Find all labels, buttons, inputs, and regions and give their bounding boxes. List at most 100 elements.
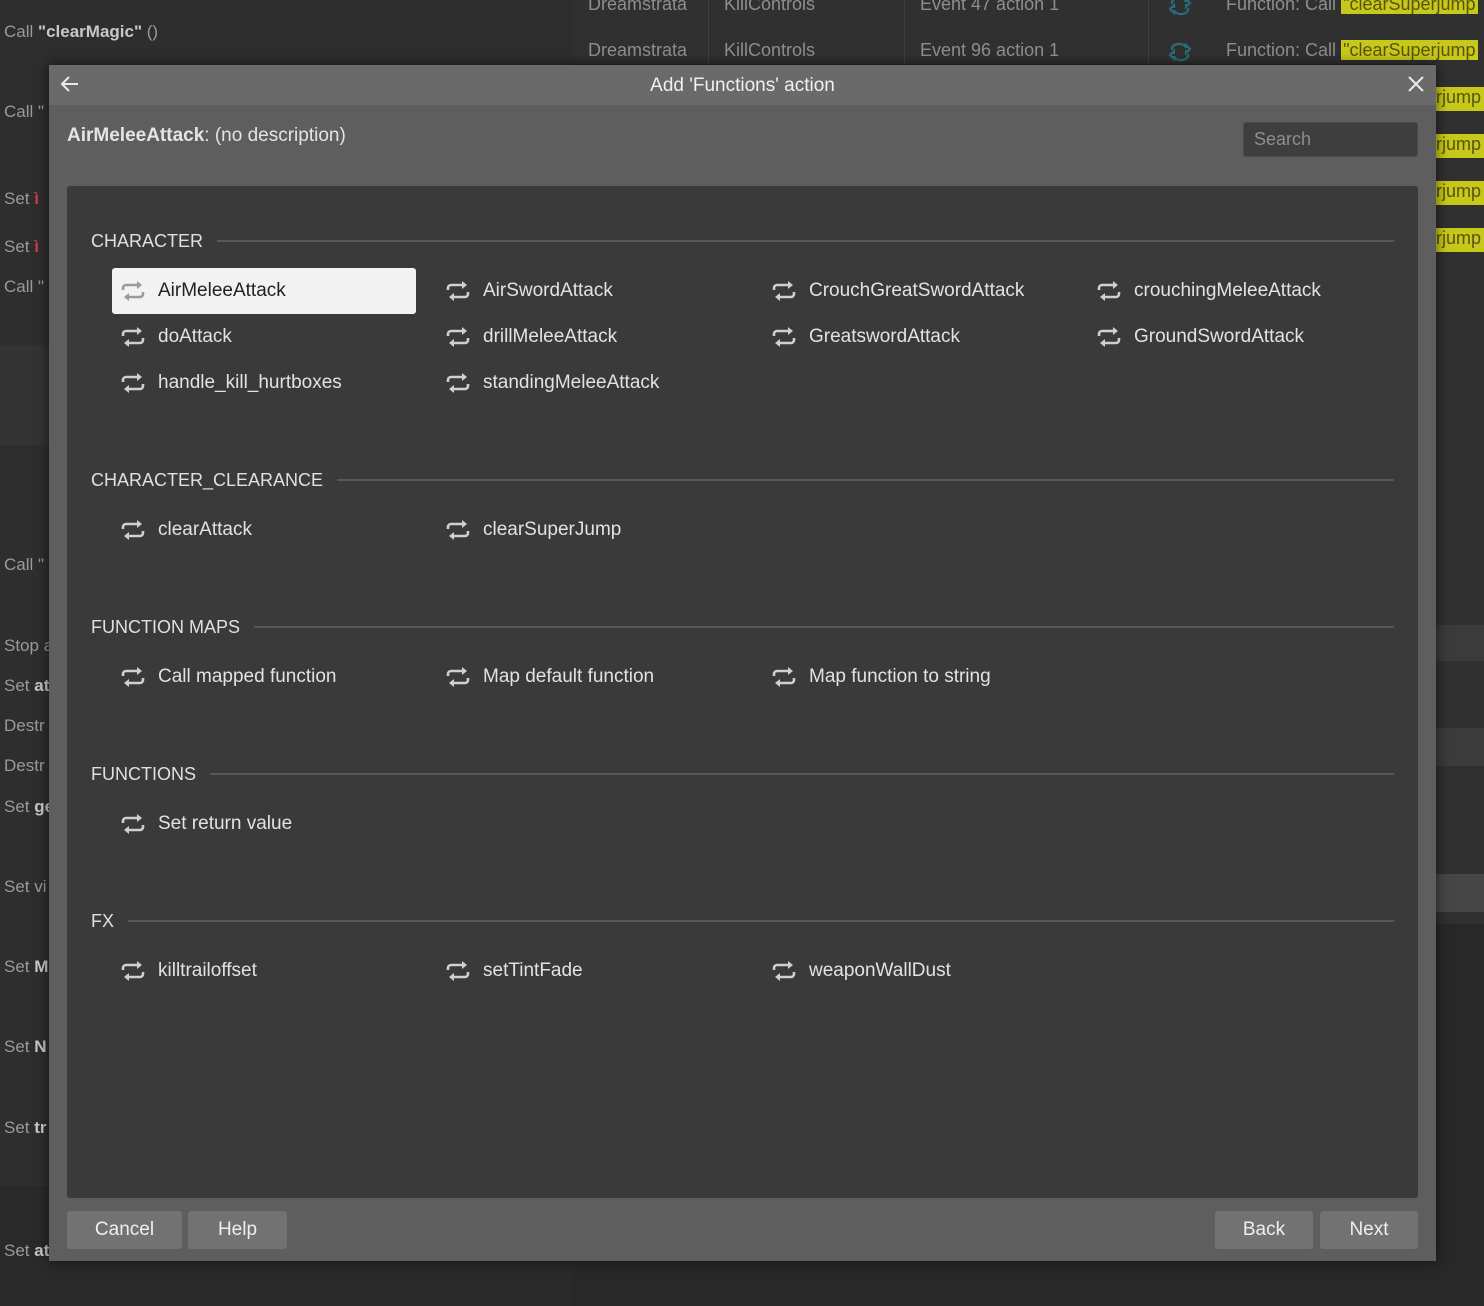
action-item[interactable]: killtrailoffset [112,948,416,994]
row-bold: tr [34,1118,47,1137]
action-item[interactable]: weaponWallDust [763,948,1067,994]
section-label: CHARACTER [91,230,204,251]
action-item-label: killtrailoffset [158,960,257,981]
section-header: FX [91,909,1394,933]
action-item-label: clearAttack [158,519,252,540]
repeat-arrows-icon [772,281,796,301]
result-function: Function: Call "clearSuperjump [1226,40,1478,61]
search-input[interactable] [1243,122,1418,157]
result-highlight: "clearSuperjump [1341,0,1478,14]
action-item[interactable]: AirMeleeAttack [112,268,416,314]
section-header: FUNCTIONS [91,762,1394,786]
dialog-titlebar: Add 'Functions' action [49,65,1436,105]
dialog-title: Add 'Functions' action [650,75,835,96]
row-prefix: Set [4,1118,35,1137]
action-item[interactable]: Set return value [112,801,416,847]
action-item[interactable]: Map default function [437,654,741,700]
action-item[interactable]: handle_kill_hurtboxes [112,360,416,406]
row-bold: at [34,1241,50,1260]
action-item[interactable]: clearAttack [112,507,416,553]
section-divider [254,626,1394,628]
actions-panel: CHARACTER AirMeleeAttack AirSwordAttack Cro… [67,186,1418,1198]
repeat-arrows-icon [121,961,145,981]
cancel-button[interactable]: Cancel [67,1211,182,1249]
side-block [1436,728,1484,766]
highlight-fragment: rjump [1436,134,1484,158]
action-item-label: setTintFade [483,960,583,981]
row-prefix: Set [4,237,35,256]
row-prefix: Set vi [4,877,47,896]
close-icon[interactable] [1406,74,1426,94]
item-description: AirMeleeAttack: (no description) [67,125,346,147]
action-item-label: AirSwordAttack [483,280,613,301]
section-label: FUNCTION MAPS [91,616,241,637]
action-item[interactable]: standingMeleeAttack [437,360,741,406]
section-divider [210,773,1394,775]
description-text: : (no description) [204,125,346,146]
repeat-arrows-icon [1168,0,1192,16]
row-prefix: Destr [4,716,45,735]
result-sheet: Dreamstrata [588,40,688,60]
repeat-arrows-icon [1168,42,1192,62]
row-bold: N [34,1037,47,1056]
action-item[interactable]: setTintFade [437,948,741,994]
result-layout: KillControls [724,0,816,14]
action-item-label: crouchingMeleeAttack [1134,280,1321,301]
result-highlight: "clearSuperjump [1341,40,1478,60]
action-item[interactable]: CrouchGreatSwordAttack [763,268,1067,314]
action-item[interactable]: Map function to string [763,654,1067,700]
section-header: CHARACTER [91,229,1394,253]
highlight-fragment: rjump [1436,87,1484,111]
repeat-arrows-icon [446,327,470,347]
repeat-arrows-icon [772,961,796,981]
action-item[interactable]: GreatswordAttack [763,314,1067,360]
help-button[interactable]: Help [188,1211,287,1249]
repeat-arrows-icon [121,520,145,540]
section-label: FUNCTIONS [91,763,196,784]
section-header: FUNCTION MAPS [91,615,1394,639]
row-prefix: Set [4,676,35,695]
result-function-text: Function: Call [1226,40,1342,60]
row-bold: at [34,676,50,695]
cell-divider [904,0,905,30]
repeat-arrows-icon [446,520,470,540]
action-item-label: standingMeleeAttack [483,372,660,393]
action-item[interactable]: GroundSwordAttack [1088,314,1392,360]
row-prefix: Destr [4,756,45,775]
action-item[interactable]: crouchingMeleeAttack [1088,268,1392,314]
side-block [1436,874,1484,912]
row-prefix: Stop a [4,636,54,655]
row-prefix: Set [4,1241,35,1260]
row-prefix: Set [4,189,35,208]
action-item-label: handle_kill_hurtboxes [158,372,342,393]
section-divider [128,920,1394,922]
side-block [1436,625,1484,661]
section-label: CHARACTER_CLEARANCE [91,469,324,490]
action-item-label: Call mapped function [158,666,337,687]
background-event-row: Call "clearMagic" () [0,22,574,42]
action-item-label: CrouchGreatSwordAttack [809,280,1025,301]
result-sheet: Dreamstrata [588,0,688,14]
action-item[interactable]: drillMeleeAttack [437,314,741,360]
section-label: FX [91,910,115,931]
action-item[interactable]: clearSuperJump [437,507,741,553]
repeat-arrows-icon [772,667,796,687]
row-icon-glyph: ì [34,189,39,208]
next-button[interactable]: Next [1320,1211,1418,1249]
repeat-arrows-icon [121,667,145,687]
result-event: Event 47 action 1 [920,0,1060,14]
action-item[interactable]: Call mapped function [112,654,416,700]
back-button[interactable]: Back [1215,1211,1313,1249]
repeat-arrows-icon [446,373,470,393]
repeat-arrows-icon [1097,327,1121,347]
action-item-label: doAttack [158,326,232,347]
action-item-label: drillMeleeAttack [483,326,618,347]
action-item[interactable]: AirSwordAttack [437,268,741,314]
description-name: AirMeleeAttack [67,125,205,146]
row-prefix: Set [4,1037,35,1056]
repeat-arrows-icon [446,667,470,687]
repeat-arrows-icon [1097,281,1121,301]
result-event: Event 96 action 1 [920,40,1060,60]
action-item[interactable]: doAttack [112,314,416,360]
row-bold: "clearMagic" [38,22,143,41]
